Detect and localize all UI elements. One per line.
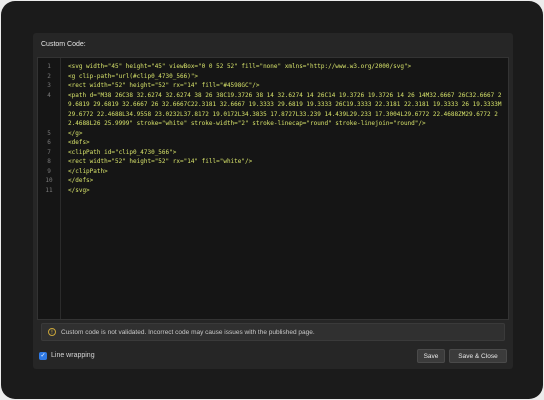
code-line[interactable]: 4 <path d="M38 26C38 32.6274 32.6274 38 2… [38,91,508,129]
code-line[interactable]: 6 <defs> [38,138,508,148]
code-line-text[interactable]: <clipPath id="clip0_4730_566"> [68,148,502,158]
code-line[interactable]: 5 </g> [38,129,508,139]
code-line[interactable]: 2 <g clip-path="url(#clip0_4730_566)"> [38,72,508,82]
code-line-text[interactable]: <defs> [68,138,502,148]
line-number: 8 [47,158,51,165]
code-line[interactable]: 7 <clipPath id="clip0_4730_566"> [38,148,508,158]
code-line-text[interactable]: <rect width="52" height="52" rx="14" fil… [68,157,502,167]
save-button[interactable]: Save [417,349,445,363]
code-line-text[interactable]: </clipPath> [68,167,502,177]
line-number: 7 [47,148,51,156]
line-wrapping-checkbox[interactable]: ✓ [39,352,47,360]
code-line-text[interactable]: <g clip-path="url(#clip0_4730_566)"> [68,72,502,82]
line-number: 3 [47,82,51,89]
code-line[interactable]: 3 <rect width="52" height="52" rx="14" fi… [38,81,508,91]
line-number: 5 [47,129,51,137]
code-line[interactable]: 10 </defs> [38,176,508,186]
code-line-text[interactable]: </svg> [68,186,502,196]
line-wrapping-label[interactable]: Line wrapping [51,351,95,361]
line-number: 11 [45,186,53,194]
code-line[interactable]: 8 <rect width="52" height="52" rx="14" fi… [38,157,508,167]
code-line[interactable]: 1 <svg width="45" height="45" viewBox="0 … [38,62,508,72]
line-number: 6 [47,139,51,146]
save-close-button[interactable]: Save & Close [449,349,507,363]
info-circle-icon: ! [48,328,56,336]
code-line[interactable]: 9 </clipPath> [38,167,508,177]
custom-code-dialog: Custom Code: 1 <svg width="45" height="45… [33,33,513,369]
code-line-text[interactable]: </defs> [68,176,502,186]
line-number: 1 [47,63,51,70]
dialog-title: Custom Code: [41,41,86,48]
line-number: 2 [47,72,51,80]
dialog-footer: ✓ Line wrapping Save Save & Close [39,349,507,365]
code-line-text[interactable]: <svg width="45" height="45" viewBox="0 0… [68,62,502,72]
line-number: 9 [47,167,51,175]
code-line[interactable]: 11 </svg> [38,186,508,196]
code-line-text[interactable]: <path d="M38 26C38 32.6274 32.6274 38 26… [68,91,502,129]
line-number: 4 [47,91,51,99]
line-number: 10 [45,177,53,184]
code-editor[interactable]: 1 <svg width="45" height="45" viewBox="0 … [37,57,509,320]
code-line-text[interactable]: </g> [68,129,502,139]
modal-frame: Custom Code: 1 <svg width="45" height="45… [1,1,543,399]
code-line-text[interactable]: <rect width="52" height="52" rx="14" fil… [68,81,502,91]
warning-banner: ! Custom code is not validated. Incorrec… [41,323,505,341]
warning-text: Custom code is not validated. Incorrect … [61,328,315,336]
